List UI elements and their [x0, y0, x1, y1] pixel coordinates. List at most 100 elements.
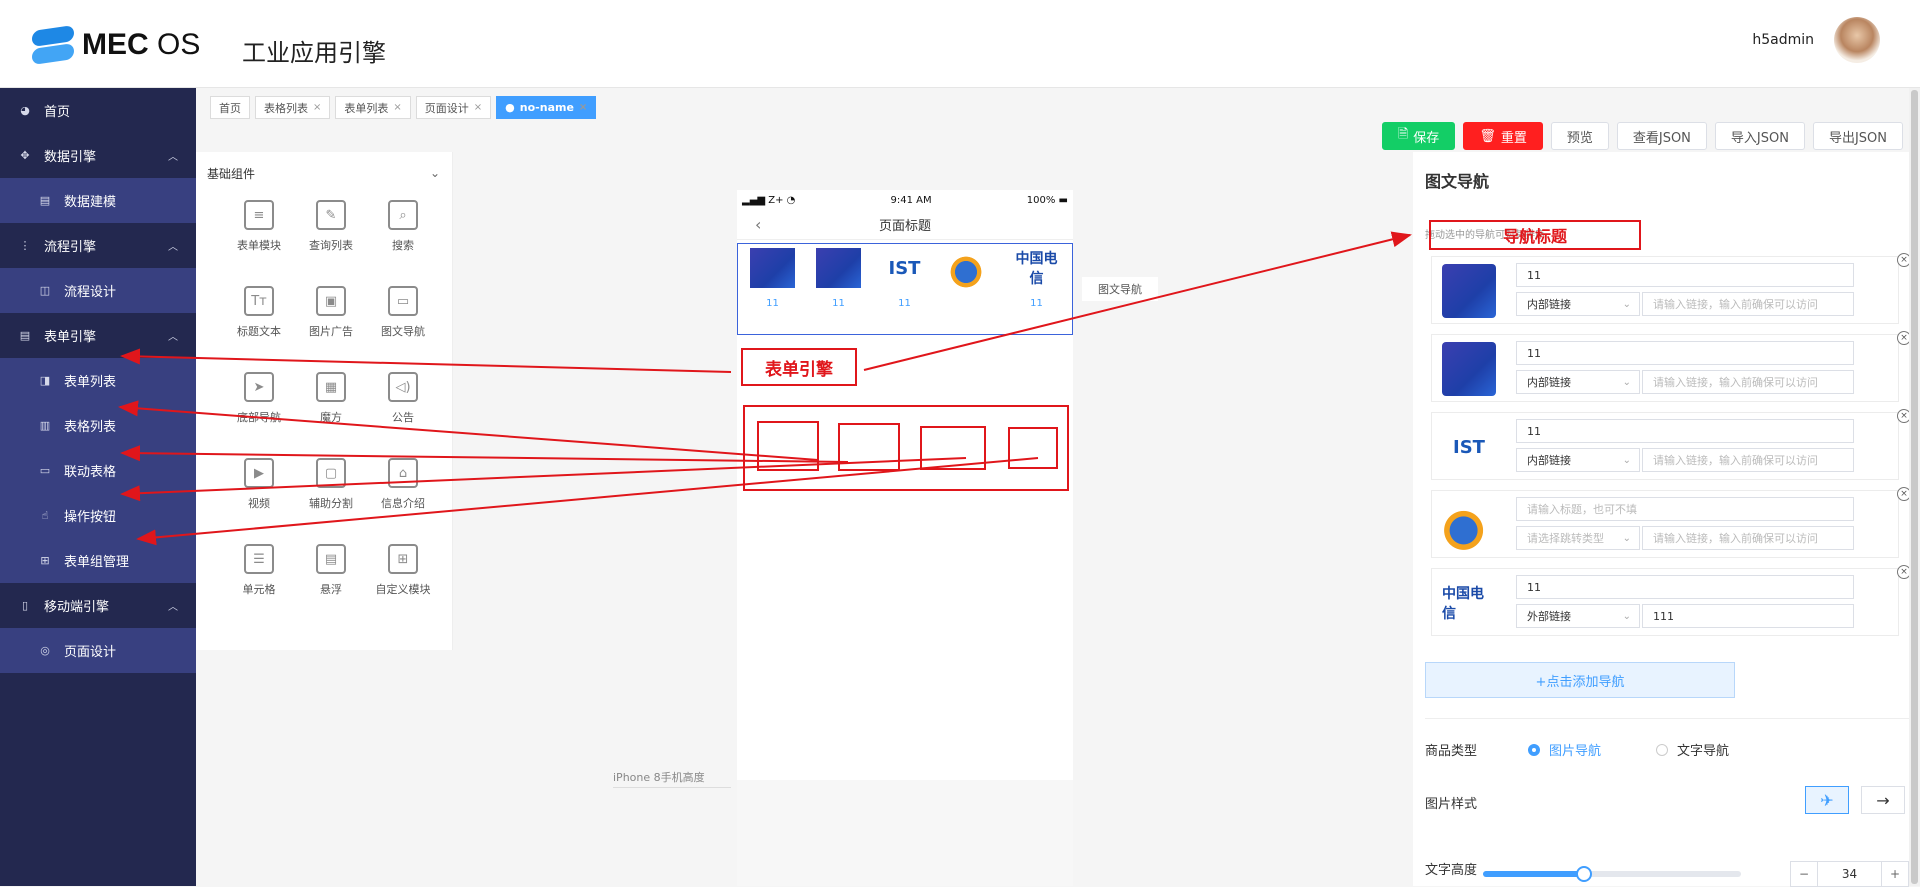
page-scrollbar[interactable] [1909, 88, 1920, 886]
close-icon[interactable]: × [313, 102, 321, 113]
image-nav-component[interactable]: 11 11 IST 11 中国电信 11 [737, 243, 1073, 335]
tab-0[interactable]: 首页 [210, 96, 250, 119]
nav-config-row[interactable]: 中国电信 11 外部链接 ⌄ 111 × [1431, 565, 1911, 636]
import-json-button[interactable]: 导入JSON [1714, 122, 1805, 150]
nav-image-thumb[interactable] [1442, 264, 1496, 318]
arrow-right-icon[interactable]: → [1861, 786, 1905, 814]
component-6[interactable]: ➤ 底部导航 [223, 372, 295, 428]
component-3[interactable]: Tт 标题文本 [223, 286, 295, 342]
stepper-value[interactable]: 34 [1817, 862, 1882, 886]
component-8[interactable]: ◁) 公告 [367, 372, 439, 428]
nav-title-input[interactable]: 11 [1516, 575, 1854, 599]
save-button[interactable]: 🗎 保存 [1381, 122, 1456, 150]
reset-button[interactable]: 🗑 重置 [1463, 122, 1543, 150]
nav-image-thumb[interactable]: 中国电信 [1442, 576, 1496, 630]
component-12[interactable]: ☰ 单元格 [223, 544, 295, 600]
sidebar-item-9[interactable]: ☝ 操作按钮 [0, 493, 196, 538]
link-input[interactable]: 请输入链接，输入前确保可以访问 [1642, 292, 1854, 316]
flow-design-icon: ◫ [39, 284, 51, 297]
nav-config-row[interactable]: 11 内部链接 ⌄ 请输入链接，输入前确保可以访问 × [1431, 331, 1911, 402]
link-type-select[interactable]: 内部链接 ⌄ [1516, 448, 1640, 472]
link-input[interactable]: 请输入链接，输入前确保可以访问 [1642, 526, 1854, 550]
sidebar-item-2[interactable]: ▤ 数据建模 [0, 178, 196, 223]
sidebar-item-4[interactable]: ◫ 流程设计 [0, 268, 196, 313]
nav-item-4[interactable]: 中国电信 11 [1014, 248, 1059, 309]
chevron-up-icon[interactable]: ︿ [168, 328, 178, 343]
radio-text-nav[interactable]: 文字导航 [1656, 740, 1729, 759]
sidebar-item-12[interactable]: ◎ 页面设计 [0, 628, 196, 673]
slider-handle[interactable] [1575, 866, 1592, 882]
sidebar-item-3[interactable]: ⋮ 流程引擎 ︿ [0, 223, 196, 268]
sidebar-item-11[interactable]: ▯ 移动端引擎 ︿ [0, 583, 196, 628]
component-4[interactable]: ▣ 图片广告 [295, 286, 367, 342]
close-icon[interactable]: × [474, 102, 482, 113]
increment-button[interactable]: + [1882, 867, 1908, 881]
sidebar-item-5[interactable]: ▤ 表单引擎 ︿ [0, 313, 196, 358]
sidebar-item-10[interactable]: ⊞ 表单组管理 [0, 538, 196, 583]
decrement-button[interactable]: − [1791, 867, 1817, 881]
pin-icon[interactable]: ✈ [1805, 786, 1849, 814]
add-nav-button[interactable]: +点击添加导航 [1425, 662, 1735, 698]
sidebar-item-7[interactable]: ▥ 表格列表 [0, 403, 196, 448]
link-type-select[interactable]: 外部链接 ⌄ [1516, 604, 1640, 628]
text-height-slider[interactable] [1483, 866, 1741, 882]
component-0[interactable]: ≡ 表单模块 [223, 200, 295, 256]
nav-image-thumb[interactable] [1442, 498, 1496, 552]
nav-title-input[interactable]: 11 [1516, 341, 1854, 365]
nav-title-input[interactable]: 11 [1516, 419, 1854, 443]
chevron-up-icon[interactable]: ︿ [168, 238, 178, 253]
nav-item-1[interactable]: 11 [816, 248, 861, 309]
tab-2[interactable]: 表单列表 × [335, 96, 411, 119]
nav-image-thumb[interactable] [1442, 342, 1496, 396]
nav-image-thumb[interactable]: IST [1442, 420, 1496, 474]
divider [1425, 718, 1909, 719]
chevron-up-icon[interactable]: ︿ [168, 148, 178, 163]
component-11[interactable]: ⌂ 信息介绍 [367, 458, 439, 514]
link-input[interactable]: 111 [1642, 604, 1854, 628]
tab-4[interactable]: ● no-name × [496, 96, 597, 119]
link-type-select[interactable]: 内部链接 ⌄ [1516, 292, 1640, 316]
nav-item-2[interactable]: IST 11 [882, 248, 927, 309]
mec-os-logo[interactable]: MEC OS [32, 25, 200, 65]
close-icon[interactable]: × [393, 102, 401, 113]
close-icon[interactable]: × [579, 102, 587, 113]
sidebar-item-8[interactable]: ▭ 联动表格 [0, 448, 196, 493]
component-10[interactable]: ▢ 辅助分割 [295, 458, 367, 514]
component-14[interactable]: ⊞ 自定义模块 [367, 544, 439, 600]
linked-table-icon: ▭ [39, 464, 51, 477]
preview-button[interactable]: 预览 [1550, 122, 1609, 150]
avatar[interactable] [1834, 17, 1880, 63]
nav-item-3[interactable] [948, 248, 993, 298]
component-2[interactable]: ⌕ 搜索 [367, 200, 439, 256]
scrollbar-thumb[interactable] [1911, 90, 1918, 884]
link-type-select[interactable]: 内部链接 ⌄ [1516, 370, 1640, 394]
sidebar-item-6[interactable]: ◨ 表单列表 [0, 358, 196, 403]
tab-3[interactable]: 页面设计 × [415, 96, 492, 119]
component-1[interactable]: ✎ 查询列表 [295, 200, 367, 256]
chevron-down-icon[interactable]: ⌄ [430, 166, 440, 180]
nav-config-row[interactable]: 请输入标题，也可不填 请选择跳转类型 ⌄ 请输入链接，输入前确保可以访问 × [1431, 487, 1911, 558]
radio-image-nav[interactable]: 图片导航 [1528, 740, 1601, 759]
link-input[interactable]: 请输入链接，输入前确保可以访问 [1642, 448, 1854, 472]
link-type-select[interactable]: 请选择跳转类型 ⌄ [1516, 526, 1640, 550]
nav-config-row[interactable]: IST 11 内部链接 ⌄ 请输入链接，输入前确保可以访问 × [1431, 409, 1911, 480]
tab-1[interactable]: 表格列表 × [255, 96, 331, 119]
back-icon[interactable]: ‹ [755, 215, 761, 234]
username[interactable]: h5admin [1752, 32, 1814, 48]
component-9[interactable]: ▶ 视频 [223, 458, 295, 514]
chevron-up-icon[interactable]: ︿ [168, 598, 178, 613]
nav-title-input[interactable]: 请输入标题，也可不填 [1516, 497, 1854, 521]
link-input[interactable]: 请输入链接，输入前确保可以访问 [1642, 370, 1854, 394]
nav-title-input[interactable]: 11 [1516, 263, 1854, 287]
sidebar-item-1[interactable]: ✥ 数据引擎 ︿ [0, 133, 196, 178]
component-5[interactable]: ▭ 图文导航 [367, 286, 439, 342]
nav-item-0[interactable]: 11 [750, 248, 795, 309]
palette-header[interactable]: 基础组件 ⌄ [196, 152, 452, 194]
text-height-stepper[interactable]: − 34 + [1790, 861, 1909, 887]
component-13[interactable]: ▤ 悬浮 [295, 544, 367, 600]
view-json-button[interactable]: 查看JSON [1616, 122, 1707, 150]
nav-config-row[interactable]: 11 内部链接 ⌄ 请输入链接，输入前确保可以访问 × [1431, 253, 1911, 324]
component-7[interactable]: ▦ 魔方 [295, 372, 367, 428]
export-json-button[interactable]: 导出JSON [1812, 122, 1903, 150]
sidebar-item-0[interactable]: ◕ 首页 [0, 88, 196, 133]
